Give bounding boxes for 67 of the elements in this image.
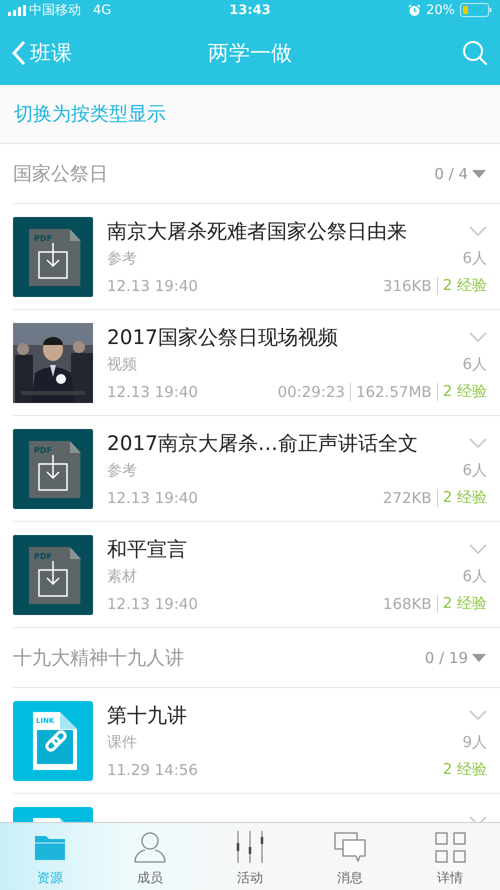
resource-type: 视频 (107, 355, 137, 374)
chevron-down-icon[interactable] (469, 438, 487, 448)
chevron-down-icon[interactable] (469, 226, 487, 236)
viewer-count: 9人 (462, 733, 487, 752)
document-download-icon (29, 547, 81, 604)
resource-type: 课件 (107, 733, 137, 752)
viewer-count: 6人 (462, 355, 487, 374)
dropdown-triangle-icon[interactable] (472, 654, 486, 662)
upload-time: 12.13 19:40 (107, 594, 198, 612)
battery-percent: 20% (426, 2, 455, 18)
tab-bar-item[interactable]: 详情 (400, 823, 500, 890)
carrier-name: 中国移动 (29, 2, 81, 19)
file-type-label: PDF (34, 234, 52, 243)
link-file-icon (33, 712, 77, 770)
experience-points: 2 经验 (442, 594, 487, 613)
group-title: 国家公祭日 (13, 162, 108, 186)
video-duration: 00:29:23 (278, 382, 345, 400)
experience-points: 2 经验 (442, 488, 487, 507)
experience-points: 2 经验 (442, 276, 487, 295)
group-title: 十九大精神十九人讲 (13, 646, 184, 670)
document-download-icon (29, 441, 81, 498)
experience-points: 2 经验 (442, 382, 487, 401)
battery-icon (460, 3, 492, 17)
viewer-count: 6人 (462, 461, 487, 480)
upload-time: 12.13 19:40 (107, 488, 198, 506)
file-size: 316KB (382, 276, 432, 294)
upload-time: 11.29 14:56 (107, 760, 198, 778)
clock-time: 13:43 (228, 2, 272, 18)
signal-icon (8, 4, 26, 16)
chat-bubbles-icon (334, 832, 366, 862)
file-size: 272KB (382, 488, 432, 506)
alarm-clock-icon (408, 4, 422, 16)
experience-points: 2 经验 (442, 760, 487, 779)
resource-title[interactable]: 第十九讲 (107, 702, 187, 728)
resource-title[interactable]: 2017国家公祭日现场视频 (107, 324, 338, 350)
resource-type: 参考 (107, 249, 137, 268)
grid-icon (434, 832, 466, 862)
progress-count: 0 / 19 (424, 648, 468, 666)
dropdown-triangle-icon[interactable] (472, 170, 486, 178)
progress-count: 0 / 4 (434, 164, 468, 182)
person-icon (134, 831, 166, 863)
network-type: 4G (93, 2, 112, 18)
document-download-icon (29, 229, 81, 286)
resource-title[interactable]: 和平宣言 (107, 536, 187, 562)
file-size: 162.57MB (356, 382, 432, 400)
upload-time: 12.13 19:40 (107, 276, 198, 294)
search-icon[interactable] (462, 40, 488, 66)
viewer-count: 6人 (462, 567, 487, 586)
page-title: 两学一做 (207, 40, 293, 66)
file-size: 168KB (382, 594, 432, 612)
chevron-down-icon[interactable] (469, 332, 487, 342)
file-type-label: PDF (34, 552, 52, 561)
sliders-icon (236, 831, 264, 863)
chevron-down-icon[interactable] (469, 544, 487, 554)
file-type-label: PDF (34, 446, 52, 455)
upload-time: 12.13 19:40 (107, 382, 198, 400)
viewer-count: 6人 (462, 249, 487, 268)
chevron-down-icon[interactable] (469, 710, 487, 720)
resource-title[interactable]: 2017南京大屠杀…俞正声讲话全文 (107, 430, 418, 456)
tab-bar-item[interactable]: 活动 (200, 823, 300, 890)
tab-bar-item[interactable]: 成员 (100, 823, 200, 890)
resource-type: 参考 (107, 461, 137, 480)
back-chevron-icon (12, 40, 26, 66)
tab-bar-item[interactable]: 消息 (300, 823, 400, 890)
resource-title[interactable]: 南京大屠杀死难者国家公祭日由来 (107, 218, 407, 244)
resource-type: 素材 (107, 567, 137, 586)
folder-icon (35, 834, 65, 860)
